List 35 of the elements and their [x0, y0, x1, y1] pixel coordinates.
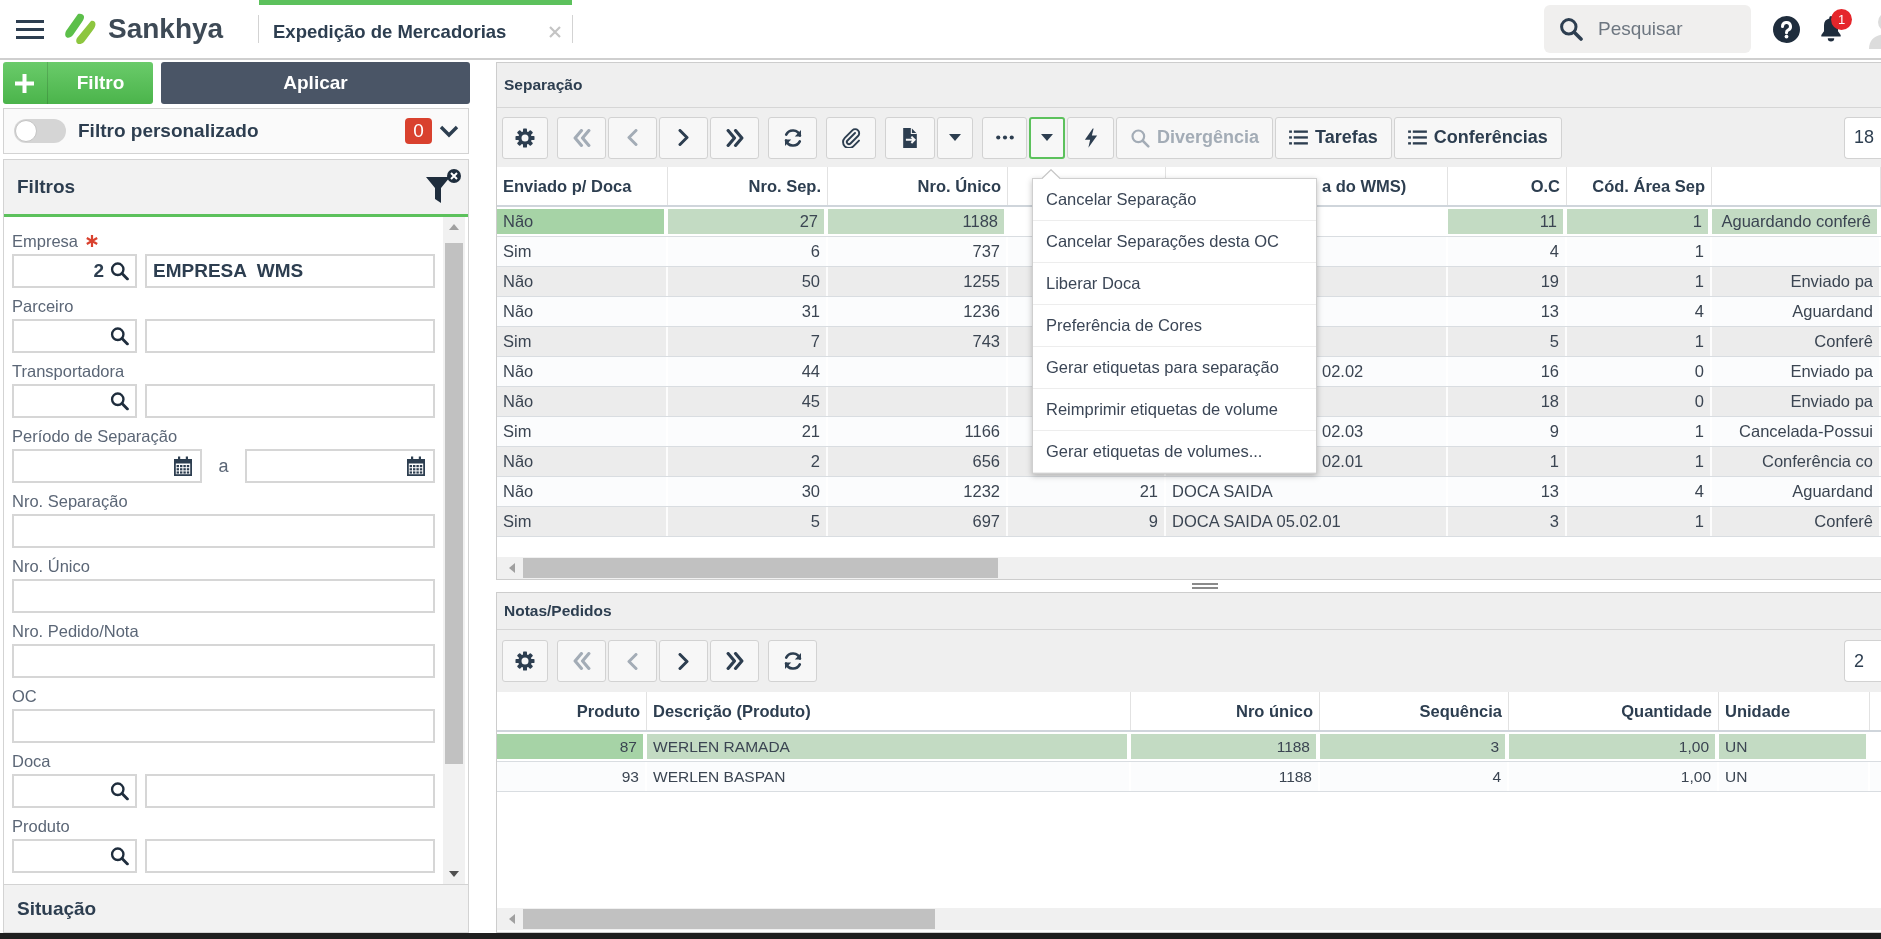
table-cell: 697 [828, 507, 1008, 536]
panel-title: Separação [504, 76, 583, 94]
table-cell: 1 [1567, 507, 1712, 536]
notification-badge: 1 [1831, 9, 1852, 30]
table-cell: 02.01 [1322, 452, 1364, 470]
table-cell: 93 [497, 762, 647, 791]
field-label: Transportadora [12, 361, 125, 381]
table-cell: 02.02 [1322, 362, 1364, 380]
table-cell: 02.03 [1322, 422, 1364, 440]
table-cell: Conferê [1712, 507, 1881, 536]
table-cell: WERLEN BASPAN [647, 762, 1131, 791]
field-label: Nro. Separação [12, 491, 128, 511]
panel-title: Notas/Pedidos [504, 602, 612, 620]
table-cell: UN [1719, 762, 1870, 791]
range-separator: a [217, 455, 230, 477]
table-cell: 3 [1448, 507, 1567, 536]
table-cell: DOCA SAIDA 05.02.01 [1166, 507, 1448, 536]
table-cell: 1,00 [1509, 762, 1719, 791]
field-label: Período de Separação [12, 426, 178, 446]
field-label: OC [12, 686, 37, 706]
field-label: Doca [12, 751, 51, 771]
field-label: Nro. Único [12, 556, 90, 576]
field-label: Nro. Pedido/Nota [12, 621, 139, 641]
toggle-label: Filtro personalizado [78, 120, 259, 142]
brand-name: Sankhya [108, 13, 224, 45]
field-label: Empresa [12, 231, 79, 251]
field-label: Parceiro [12, 296, 74, 316]
field-label: Produto [12, 816, 70, 836]
table-cell: 1188 [1131, 762, 1320, 791]
table-cell: 5 [668, 507, 828, 536]
section-title: Filtros [17, 176, 76, 198]
table-cell: 9 [1008, 507, 1166, 536]
table-cell: 4 [1320, 762, 1509, 791]
table-cell: Sim [497, 507, 668, 536]
count-badge: 0 [405, 118, 432, 144]
